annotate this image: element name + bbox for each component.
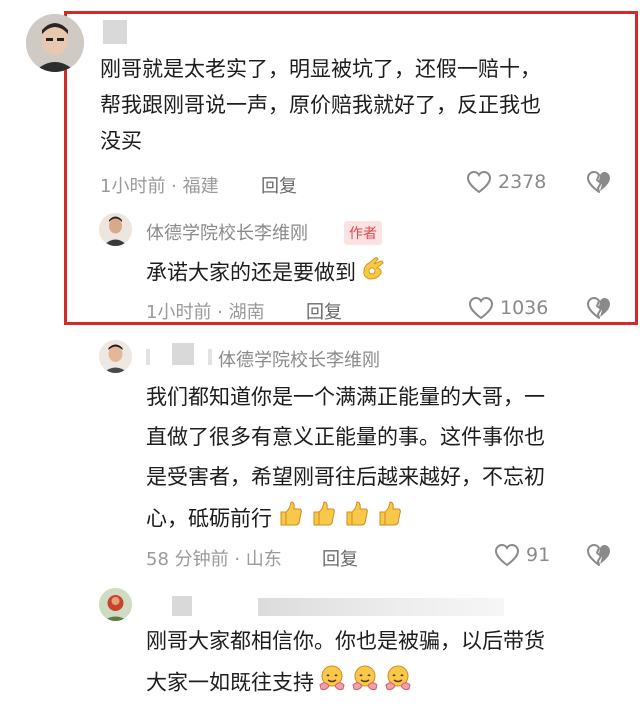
comment-3-line-4: 心，砥砺前行 bbox=[146, 499, 404, 540]
comment-2-like-button[interactable]: 1036 bbox=[468, 296, 548, 320]
hugging-face-emoji bbox=[314, 665, 413, 695]
redacted-username bbox=[103, 20, 127, 44]
comment-2-author-name[interactable]: 体德学院校长李维刚 bbox=[146, 219, 308, 245]
comment-3-dislike-button[interactable] bbox=[586, 543, 612, 571]
comment-1-time-location: 1小时前 · 福建 bbox=[100, 176, 219, 197]
comment-3-line-2: 直做了很多有意义正能量的事。这件事你也 bbox=[146, 425, 545, 449]
redacted-fragment bbox=[208, 349, 212, 365]
comment-3-like-button[interactable]: 91 bbox=[494, 543, 550, 567]
avatar-author[interactable] bbox=[99, 213, 132, 246]
comment-1-like-button[interactable]: 2378 bbox=[466, 170, 546, 194]
broken-heart-icon bbox=[587, 544, 610, 566]
comment-3-line-1: 我们都知道你是一个满满正能量的大哥，一 bbox=[146, 385, 545, 409]
redacted-username bbox=[172, 343, 194, 365]
comment-2-text: 承诺大家的还是要做到 bbox=[146, 260, 356, 285]
thumbs-up-emoji bbox=[272, 501, 404, 531]
broken-heart-icon bbox=[587, 171, 610, 193]
comment-2-line-1: 承诺大家的还是要做到 bbox=[146, 254, 387, 293]
comment-4-line-2: 大家一如既往支持 bbox=[146, 663, 413, 704]
redacted-fragment bbox=[146, 349, 150, 365]
comment-2-reply-button[interactable]: 回复 bbox=[306, 298, 342, 324]
reply-to-author-name[interactable]: 体德学院校长李维刚 bbox=[218, 346, 380, 372]
avatar-commenter-3[interactable] bbox=[99, 340, 132, 373]
comment-3-time-location: 58 分钟前 · 山东 bbox=[146, 549, 282, 570]
comment-1-line-3: 没买 bbox=[100, 129, 142, 153]
comment-3-line-3: 是受害者，希望刚哥往后越来越好，不忘初 bbox=[146, 465, 545, 489]
comment-2-dislike-button[interactable] bbox=[586, 296, 612, 324]
avatar-commenter-1[interactable] bbox=[26, 14, 84, 72]
redacted-username bbox=[258, 598, 504, 616]
comment-4-line-1: 刚哥大家都相信你。你也是被骗，以后带货 bbox=[146, 629, 545, 653]
heart-outline-icon bbox=[468, 296, 494, 320]
author-badge: 作者 bbox=[344, 221, 382, 245]
comment-2-time-location: 1小时前 · 湖南 bbox=[146, 302, 265, 323]
comment-3-text-end: 心，砥砺前行 bbox=[146, 506, 272, 531]
comment-4-text-end: 大家一如既往支持 bbox=[146, 670, 314, 695]
comment-2-like-count: 1036 bbox=[500, 297, 549, 319]
comment-1-line-1: 刚哥就是太老实了，明显被坑了，还假一赔十， bbox=[100, 57, 541, 81]
comment-1-dislike-button[interactable] bbox=[586, 170, 612, 198]
comment-1-like-count: 2378 bbox=[498, 171, 547, 193]
comment-3-reply-button[interactable]: 回复 bbox=[322, 545, 358, 571]
heart-outline-icon bbox=[466, 170, 492, 194]
comment-1-reply-button[interactable]: 回复 bbox=[261, 172, 297, 198]
comment-3-like-count: 91 bbox=[526, 544, 551, 566]
heart-outline-icon bbox=[494, 543, 520, 567]
broken-heart-icon bbox=[587, 297, 610, 319]
avatar-commenter-4[interactable] bbox=[99, 588, 132, 621]
ok-hand-emoji bbox=[359, 254, 387, 293]
redacted-username bbox=[172, 596, 192, 616]
comment-1-line-2: 帮我跟刚哥说一声，原价赔我就好了，反正我也 bbox=[100, 93, 541, 117]
